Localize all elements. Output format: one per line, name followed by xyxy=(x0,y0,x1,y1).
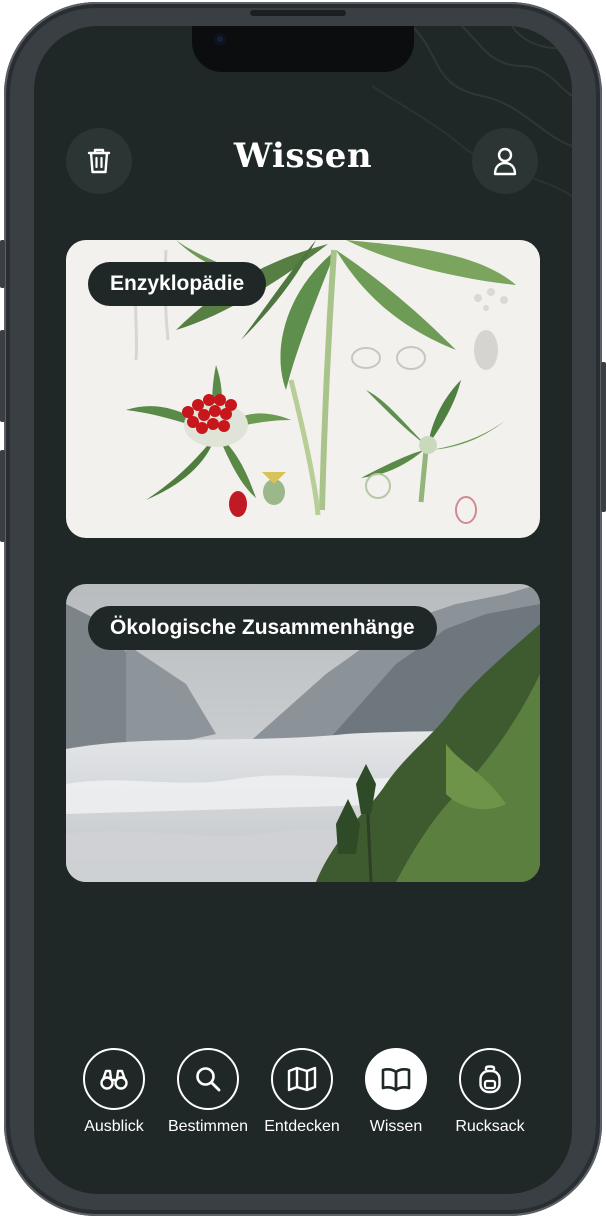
search-icon xyxy=(196,1067,221,1092)
volume-down-button xyxy=(0,450,5,542)
nav-label: Wissen xyxy=(369,1118,423,1135)
mute-switch xyxy=(0,240,5,288)
nav-item-entdecken[interactable]: Entdecken xyxy=(255,1048,349,1136)
nav-button[interactable] xyxy=(177,1048,239,1110)
screen: Wissen Enzyklopädie Ökologische Zusammen… xyxy=(34,26,572,1194)
nav-item-rucksack[interactable]: Rucksack xyxy=(443,1048,537,1136)
bottom-navigation: Ausblick Bestimmen Entdecken Wissen Ruck… xyxy=(34,1048,572,1168)
nav-item-ausblick[interactable]: Ausblick xyxy=(67,1048,161,1136)
binoculars-icon xyxy=(100,1069,128,1090)
notch xyxy=(192,26,414,72)
nav-label: Ausblick xyxy=(84,1118,144,1135)
nav-label: Entdecken xyxy=(264,1118,340,1135)
ecology-card[interactable]: Ökologische Zusammenhänge xyxy=(66,584,540,882)
nav-item-bestimmen[interactable]: Bestimmen xyxy=(161,1048,255,1136)
nav-button[interactable] xyxy=(365,1048,427,1110)
nav-button[interactable] xyxy=(83,1048,145,1110)
profile-button[interactable] xyxy=(472,128,538,194)
volume-up-button xyxy=(0,330,5,422)
nav-label: Bestimmen xyxy=(167,1118,249,1135)
card-label: Ökologische Zusammenhänge xyxy=(88,606,437,650)
nav-label: Rucksack xyxy=(455,1118,525,1135)
user-icon xyxy=(493,147,517,176)
book-icon xyxy=(381,1068,411,1092)
earpiece-speaker xyxy=(250,10,346,16)
encyclopedia-card[interactable]: Enzyklopädie xyxy=(66,240,540,538)
map-icon xyxy=(287,1066,317,1092)
nav-button[interactable] xyxy=(271,1048,333,1110)
nav-item-wissen[interactable]: Wissen xyxy=(349,1048,443,1136)
card-label: Enzyklopädie xyxy=(88,262,267,306)
power-button xyxy=(601,362,606,512)
nav-button[interactable] xyxy=(459,1048,521,1110)
backpack-icon xyxy=(479,1065,501,1094)
front-camera xyxy=(214,33,226,45)
